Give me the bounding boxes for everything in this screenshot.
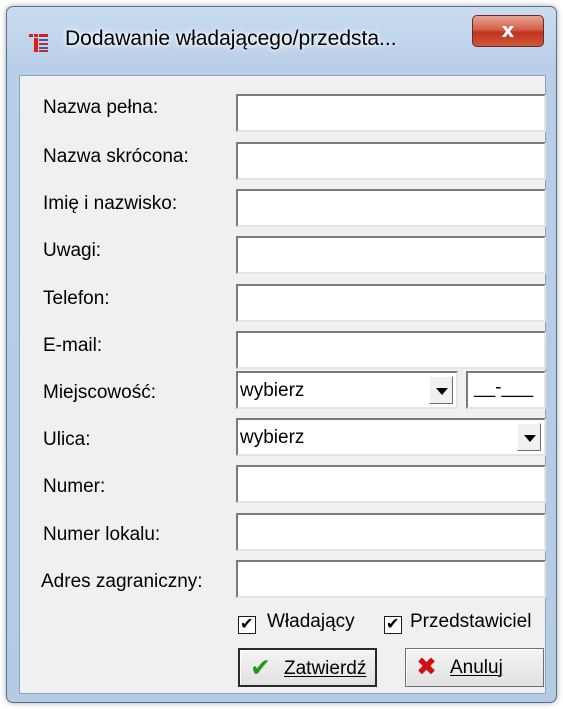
label-nazwa-skrocona: Nazwa skrócona: [43, 146, 189, 167]
wladajacy-checkbox[interactable] [238, 614, 256, 634]
wladajacy-label[interactable]: Władający [267, 611, 355, 633]
app-icon [29, 34, 48, 52]
label-nazwa-pelna: Nazwa pełna: [43, 97, 159, 118]
anuluj-label: Anuluj [450, 657, 503, 678]
label-numer: Numer: [43, 476, 106, 497]
zatwierdz-label: Zatwierdź [284, 658, 367, 679]
przedstawiciel-checkbox[interactable] [384, 614, 402, 634]
label-uwagi: Uwagi: [43, 240, 102, 261]
label-telefon: Telefon: [43, 288, 110, 309]
label-adres-zagraniczny: Adres zagraniczny: [41, 571, 203, 592]
postal-code-input[interactable]: __-___ [466, 371, 546, 409]
label-email: E-mail: [43, 335, 103, 356]
anuluj-button[interactable]: ✖ Anuluj [405, 648, 544, 687]
imie-nazwisko-input[interactable] [236, 189, 546, 227]
dialog-client-area: Nazwa pełna: Nazwa skrócona: Imię i nazw… [19, 75, 546, 694]
chevron-down-icon[interactable] [517, 423, 541, 451]
label-ulica: Ulica: [43, 429, 91, 450]
email-input[interactable] [236, 331, 546, 369]
numer-input[interactable] [236, 465, 546, 503]
zatwierdz-button[interactable]: ✔ Zatwierdź [238, 648, 377, 687]
ulica-select[interactable]: wybierz [236, 418, 546, 456]
uwagi-input[interactable] [236, 236, 546, 274]
przedstawiciel-label[interactable]: Przedstawiciel [410, 611, 531, 633]
dialog-window: Dodawanie władającego/przedsta... x Nazw… [6, 6, 557, 703]
ulica-value: wybierz [240, 427, 305, 448]
nazwa-skrocona-input[interactable] [236, 142, 546, 180]
telefon-input[interactable] [236, 284, 546, 322]
x-icon: ✖ [416, 652, 437, 681]
numer-lokalu-input[interactable] [236, 513, 546, 551]
label-miejscowosc: Miejscowość: [43, 382, 156, 403]
postal-code-mask: __-___ [474, 377, 534, 398]
title-bar[interactable]: Dodawanie władającego/przedsta... x [7, 7, 556, 75]
chevron-down-icon[interactable] [429, 376, 453, 404]
miejscowosc-value: wybierz [240, 380, 305, 401]
label-numer-lokalu: Numer lokalu: [43, 524, 161, 545]
checkmark-icon: ✔ [250, 653, 271, 682]
adres-zagraniczny-input[interactable] [236, 560, 546, 598]
close-button[interactable]: x [472, 15, 544, 47]
nazwa-pelna-input[interactable] [236, 94, 546, 132]
label-imie-nazwisko: Imię i nazwisko: [43, 193, 178, 214]
miejscowosc-select[interactable]: wybierz [236, 371, 458, 409]
close-icon: x [501, 18, 515, 42]
window-title: Dodawanie władającego/przedsta... [65, 27, 397, 50]
